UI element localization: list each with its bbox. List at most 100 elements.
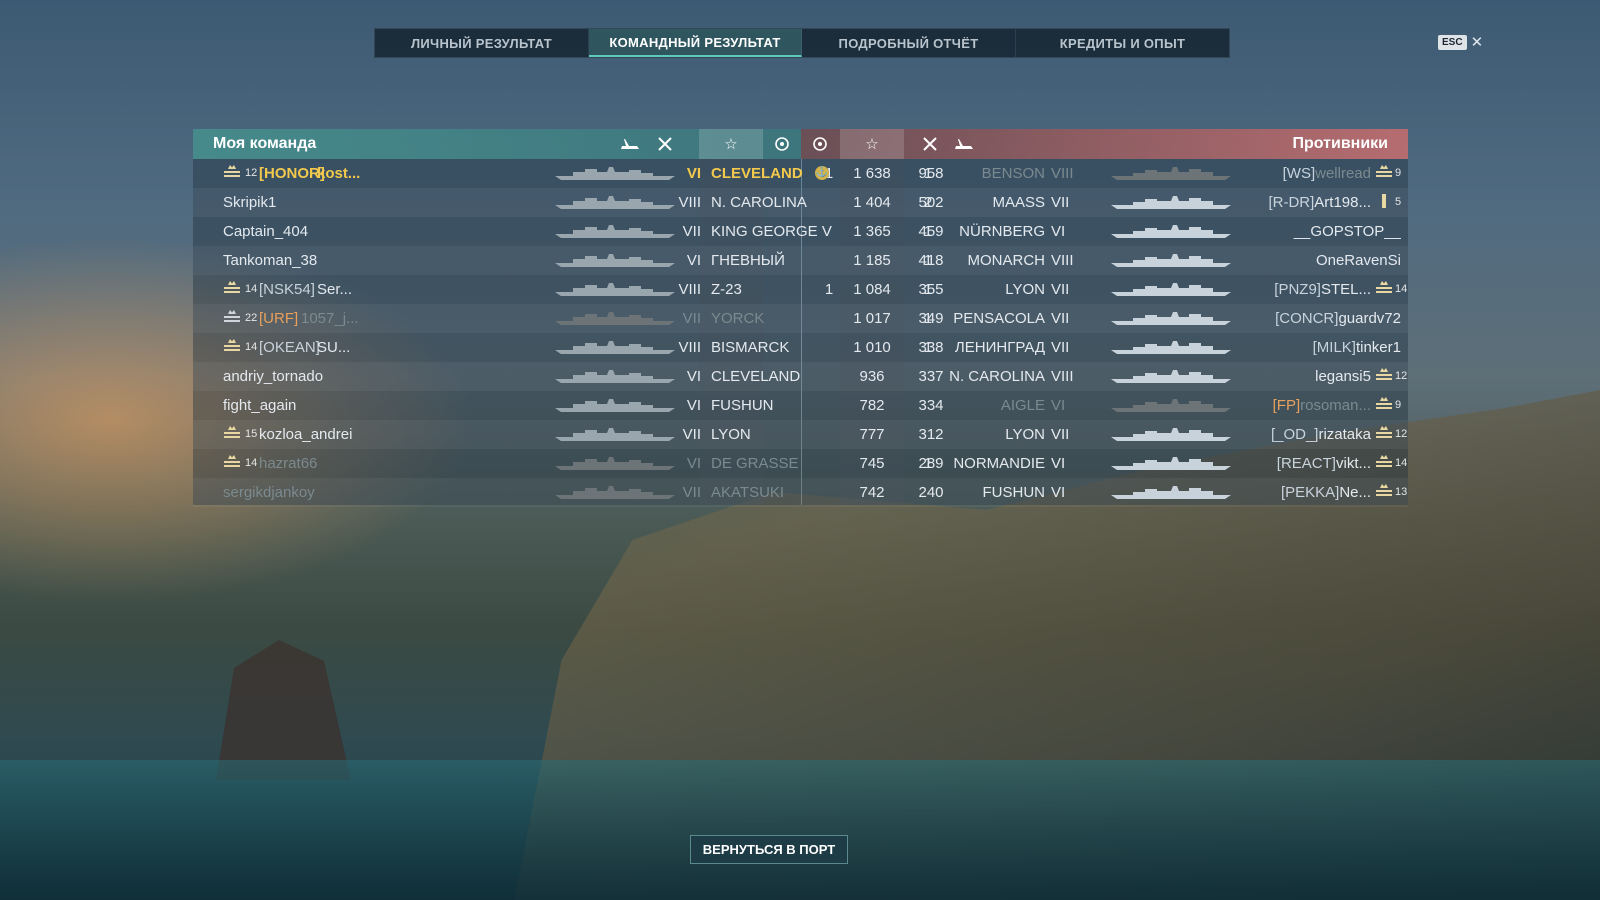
base-xp-value: 782: [859, 397, 885, 414]
enemy-row[interactable]: 1 404 2 MAASS VII [R-DR]Art198... 5: [193, 188, 1408, 217]
ship-name: FUSHUN: [982, 484, 1046, 501]
ship-kills-icon[interactable]: [613, 129, 647, 159]
plane-kills-icon[interactable]: [913, 129, 947, 159]
base-xp-star-icon[interactable]: ☆: [840, 129, 904, 159]
rank-medal-icon: [1375, 281, 1393, 297]
player-rank: 9: [1395, 167, 1402, 179]
rank-medal-icon: [1375, 484, 1393, 500]
rank-medal-icon: [1375, 426, 1393, 442]
player-rank: 5: [1395, 196, 1402, 208]
ship-name: NORMANDIE: [953, 455, 1045, 472]
player-name: Ne...: [1339, 484, 1371, 501]
player-identity: legansi5: [1203, 362, 1371, 391]
player-name: vikt...: [1335, 455, 1371, 472]
return-to-port-button[interactable]: ВЕРНУТЬСЯ В ПОРТ: [690, 835, 848, 864]
close-button[interactable]: ESC ✕: [1438, 33, 1483, 51]
tab-detailed-report[interactable]: ПОДРОБНЫЙ ОТЧЁТ: [802, 29, 1016, 57]
ship-kills-icon[interactable]: [947, 129, 981, 159]
my-team-header: Моя команда ☆: [193, 129, 801, 159]
player-clan-tag: [MILK]: [1312, 339, 1356, 356]
my-team-title: Моя команда: [213, 135, 317, 152]
ship-name: ЛЕНИНГРАД: [954, 339, 1045, 356]
player-name: tinker1: [1355, 339, 1401, 356]
ship-tier: VII: [1051, 194, 1070, 211]
tab-personal-result[interactable]: ЛИЧНЫЙ РЕЗУЛЬТАТ: [375, 29, 589, 57]
player-clan-tag: [PNZ9]: [1274, 281, 1321, 298]
player-name: __GOPSTOP__: [1293, 223, 1401, 240]
status-achievement-icon: ⚓: [815, 166, 829, 180]
player-identity: [PNZ9]STEL...: [1203, 275, 1371, 304]
enemies-header: ☆ Противники: [801, 129, 1408, 159]
player-clan-tag: [R-DR]: [1268, 194, 1315, 211]
status-icon[interactable]: [765, 129, 799, 159]
player-name: guardv72: [1338, 310, 1401, 327]
base-xp-value: 742: [859, 484, 885, 501]
rank-medal-icon: [1375, 397, 1393, 413]
ship-tier: VIII: [1051, 165, 1074, 182]
enemy-row[interactable]: 745 1 NORMANDIE VI [REACT]vikt... 14: [193, 449, 1408, 478]
player-clan-tag: [CONCR]: [1275, 310, 1339, 327]
base-xp-value: 1 017: [853, 310, 891, 327]
status-icon[interactable]: [803, 129, 837, 159]
rank-medal-icon: [1375, 368, 1393, 384]
ship-tier: VII: [1051, 310, 1070, 327]
background-sea: [0, 760, 1600, 900]
ship-tier: VIII: [1051, 368, 1074, 385]
enemy-row[interactable]: 782 AIGLE VI [FP]rosoman... 9: [193, 391, 1408, 420]
ship-name: MONARCH: [967, 252, 1046, 269]
player-identity: [REACT]vikt...: [1203, 449, 1371, 478]
ship-tier: VII: [1051, 281, 1070, 298]
ship-name: BENSON: [981, 165, 1045, 182]
background-rock: [216, 640, 351, 780]
base-xp-value: 936: [859, 368, 885, 385]
ship-tier: VII: [1051, 339, 1070, 356]
player-clan-tag: [WS]: [1282, 165, 1316, 182]
base-xp-value: 1 084: [853, 281, 891, 298]
enemy-row[interactable]: ⚓ 1 638 1 BENSON VIII [WS]wellread 9: [193, 159, 1408, 188]
enemy-row[interactable]: 1 185 1 MONARCH VIII OneRavenSi: [193, 246, 1408, 275]
close-icon: ✕: [1470, 34, 1484, 51]
enemy-row[interactable]: 1 365 1 NÜRNBERG VI __GOPSTOP__: [193, 217, 1408, 246]
player-name: rizataka: [1318, 426, 1371, 443]
rank-medal-icon: [1375, 165, 1393, 181]
enemy-row[interactable]: 1 017 1 PENSACOLA VII [CONCR]guardv72: [193, 304, 1408, 333]
base-xp-value: 1 185: [853, 252, 891, 269]
enemy-row[interactable]: 1 010 1 ЛЕНИНГРАД VII [MILK]tinker1: [193, 333, 1408, 362]
ship-tier: VI: [1051, 484, 1066, 501]
ship-tier: VI: [1051, 397, 1066, 414]
ship-name: LYON: [1005, 281, 1045, 298]
player-rank: 12: [1395, 370, 1408, 382]
ship-name: AIGLE: [1000, 397, 1045, 414]
player-identity: [MILK]tinker1: [1203, 333, 1401, 362]
enemy-row[interactable]: 777 LYON VII [_OD_]rizataka 12: [193, 420, 1408, 449]
enemy-row[interactable]: 1 084 1 LYON VII [PNZ9]STEL... 14: [193, 275, 1408, 304]
base-xp-value: 1 638: [853, 165, 891, 182]
player-clan-tag: [FP]: [1272, 397, 1301, 414]
rank-medal-icon: [1375, 455, 1393, 471]
player-name: Art198...: [1314, 194, 1371, 211]
tab-credits-xp[interactable]: КРЕДИТЫ И ОПЫТ: [1016, 29, 1229, 57]
player-identity: [WS]wellread: [1203, 159, 1371, 188]
tab-team-result[interactable]: КОМАНДНЫЙ РЕЗУЛЬТАТ: [589, 29, 802, 57]
ship-name: LYON: [1005, 426, 1045, 443]
rank-bar-icon: [1375, 194, 1393, 210]
base-xp-star-icon[interactable]: ☆: [699, 129, 763, 159]
base-xp-value: 745: [859, 455, 885, 472]
player-identity: __GOPSTOP__: [1203, 217, 1401, 246]
ship-name: MAASS: [992, 194, 1045, 211]
enemy-row[interactable]: 742 FUSHUN VI [PEKKA]Ne... 13: [193, 478, 1408, 507]
ship-tier: VII: [1051, 426, 1070, 443]
player-clan-tag: [REACT]: [1276, 455, 1336, 472]
base-xp-value: 1 404: [853, 194, 891, 211]
plane-kills-icon[interactable]: [648, 129, 682, 159]
base-xp-value: 1 365: [853, 223, 891, 240]
player-name: wellread: [1315, 165, 1371, 182]
player-rank: 13: [1395, 486, 1408, 498]
player-identity: [FP]rosoman...: [1203, 391, 1371, 420]
result-tabs: ЛИЧНЫЙ РЕЗУЛЬТАТ КОМАНДНЫЙ РЕЗУЛЬТАТ ПОД…: [374, 28, 1230, 58]
player-rank: 14: [1395, 283, 1408, 295]
enemies-title: Противники: [1292, 135, 1389, 152]
panel-header: Моя команда ☆ ☆ Противники: [193, 129, 1408, 159]
player-identity: [PEKKA]Ne...: [1203, 478, 1371, 507]
enemy-row[interactable]: 936 N. CAROLINA VIII legansi5 12: [193, 362, 1408, 391]
